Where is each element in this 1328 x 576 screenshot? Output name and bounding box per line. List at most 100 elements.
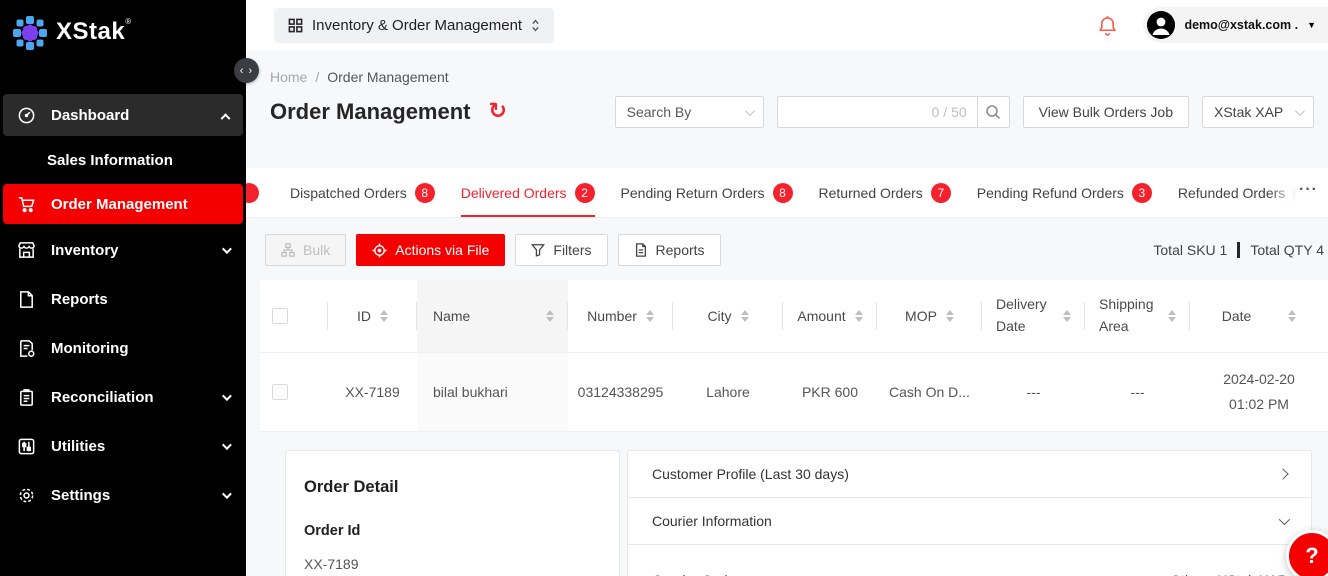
sidebar-item-inventory[interactable]: Inventory (3, 227, 243, 273)
topbar: Inventory & Order Management demo@xstak.… (246, 0, 1328, 50)
column-header-delivery-date[interactable]: Delivery Date (982, 280, 1085, 352)
search-icon (985, 104, 1001, 120)
tabs-more-button[interactable]: ··· (1299, 181, 1318, 199)
sidebar-item-label: Reconciliation (51, 389, 222, 406)
sidebar-item-label: Inventory (51, 242, 222, 259)
tab-count-badge: 7 (931, 183, 951, 203)
column-header-mop[interactable]: MOP (877, 280, 982, 352)
chevron-down-icon (1279, 514, 1290, 525)
breadcrumb-home[interactable]: Home (270, 69, 307, 85)
user-menu[interactable]: demo@xstak.com . ▼ (1143, 7, 1328, 43)
gear-icon (17, 486, 36, 505)
order-detail-card: Order Detail Order Id XX-7189 (285, 450, 620, 576)
app-switcher-label: Inventory & Order Management (312, 17, 522, 34)
brand-logo[interactable]: XStak ® (0, 0, 246, 92)
search-input[interactable]: 0 / 50 (777, 96, 977, 128)
cart-icon (17, 195, 36, 214)
row-checkbox[interactable] (272, 384, 288, 400)
tab-delivered-orders[interactable]: Delivered Orders 2 (461, 168, 595, 217)
sidebar-item-monitoring[interactable]: Monitoring (3, 325, 243, 371)
sort-icon (1063, 310, 1071, 322)
title-row: Order Management ↻ Search By 0 / 50 (246, 95, 1328, 129)
search-by-select[interactable]: Search By (615, 96, 764, 128)
tab-dispatched-orders[interactable]: Dispatched Orders 8 (290, 168, 435, 217)
column-header-name[interactable]: Name (417, 280, 568, 352)
detail-accordion: Customer Profile (Last 30 days) Courier … (627, 450, 1312, 576)
tab-label: Pending Return Orders (621, 185, 765, 201)
actions-via-file-label: Actions via File (395, 242, 489, 258)
tab-pending-return-orders[interactable]: Pending Return Orders 8 (621, 168, 793, 217)
refresh-icon[interactable]: ↻ (489, 101, 507, 123)
breadcrumb-current: Order Management (327, 69, 448, 85)
tab-count-badge: 3 (1132, 183, 1152, 203)
page-content: Home / Order Management Order Management… (246, 50, 1328, 576)
accordion-customer-profile[interactable]: Customer Profile (Last 30 days) (628, 451, 1311, 498)
xap-select[interactable]: XStak XAP (1202, 96, 1314, 128)
sidebar-item-reports[interactable]: Reports (3, 276, 243, 322)
table-row[interactable]: XX-7189 bilal bukhari 03124338295 Lahore… (260, 352, 1328, 432)
search-button[interactable] (977, 96, 1010, 128)
search-counter: 0 / 50 (932, 104, 967, 120)
dashboard-icon (17, 106, 36, 125)
cell-date: 2024-02-20 01:02 PM (1190, 353, 1328, 431)
filters-button[interactable]: Filters (515, 234, 607, 266)
cell-amount: PKR 600 (783, 353, 877, 431)
sliders-icon (17, 437, 36, 456)
sidebar-menu: Dashboard Sales Information Order Manage… (0, 92, 246, 518)
question-icon: ? (1305, 543, 1318, 569)
reports-button[interactable]: Reports (618, 234, 721, 266)
sidebar-item-reconciliation[interactable]: Reconciliation (3, 374, 243, 420)
order-id-label: Order Id (304, 523, 601, 539)
chevron-down-icon (1295, 106, 1305, 116)
report-file-icon (634, 243, 648, 257)
clipboard-icon (17, 388, 36, 407)
app-root: XStak ® Dashboard Sales Information Orde… (0, 0, 1328, 576)
chevron-down-icon (222, 440, 232, 450)
sort-icon (646, 310, 654, 322)
orders-table: ID Name Number City (260, 280, 1328, 432)
sidebar-item-label: Sales Information (47, 152, 229, 169)
column-header-shipping-area[interactable]: Shipping Area (1085, 280, 1190, 352)
sidebar-item-label: Monitoring (51, 340, 229, 357)
search-input-group: 0 / 50 (777, 96, 1010, 128)
actions-via-file-button[interactable]: Actions via File (356, 234, 505, 266)
select-all-checkbox[interactable] (272, 308, 288, 324)
sidebar-item-utilities[interactable]: Utilities (3, 423, 243, 469)
column-header-amount[interactable]: Amount (783, 280, 877, 352)
search-by-value: Search By (627, 104, 692, 120)
total-qty: Total QTY 4 (1250, 242, 1324, 258)
sidebar-item-dashboard[interactable]: Dashboard (3, 94, 243, 136)
sidebar-item-sales-information[interactable]: Sales Information (3, 139, 243, 181)
tab-returned-orders[interactable]: Returned Orders 7 (819, 168, 951, 217)
column-header-date[interactable]: Date (1190, 280, 1328, 352)
tab-pending-refund-orders[interactable]: Pending Refund Orders 3 (977, 168, 1152, 217)
accordion-courier-information[interactable]: Courier Information (628, 498, 1311, 545)
cluster-icon (281, 243, 295, 257)
sort-icon (1168, 310, 1176, 322)
column-header-number[interactable]: Number (568, 280, 673, 352)
file-icon (17, 290, 36, 309)
view-bulk-orders-button[interactable]: View Bulk Orders Job (1023, 96, 1189, 128)
column-header-city[interactable]: City (673, 280, 783, 352)
bulk-button[interactable]: Bulk (265, 234, 346, 266)
aim-icon (372, 243, 387, 258)
sidebar-item-label: Utilities (51, 438, 222, 455)
app-switcher[interactable]: Inventory & Order Management (274, 8, 554, 43)
column-header-id[interactable]: ID (328, 280, 417, 352)
breadcrumb: Home / Order Management (246, 50, 1328, 85)
sidebar-item-order-management[interactable]: Order Management (3, 184, 243, 224)
search-controls: Search By 0 / 50 View Bulk Orders Job XS (615, 96, 1314, 128)
chevron-down-icon (222, 489, 232, 499)
cell-city: Lahore (673, 353, 783, 431)
sidebar-item-settings[interactable]: Settings (3, 472, 243, 518)
notifications-bell-icon[interactable] (1098, 15, 1117, 36)
xap-select-value: XStak XAP (1214, 104, 1283, 120)
cell-number: 03124338295 (568, 353, 673, 431)
sidebar-item-label: Dashboard (51, 107, 222, 124)
sidebar-collapse-button[interactable]: ‹ › (234, 58, 259, 83)
sidebar: XStak ® Dashboard Sales Information Orde… (0, 0, 246, 576)
reports-label: Reports (656, 242, 705, 258)
monitor-file-icon (17, 339, 36, 358)
order-status-tabs: Dispatched Orders 8 Delivered Orders 2 P… (246, 168, 1328, 218)
main-region: Inventory & Order Management demo@xstak.… (246, 0, 1328, 576)
